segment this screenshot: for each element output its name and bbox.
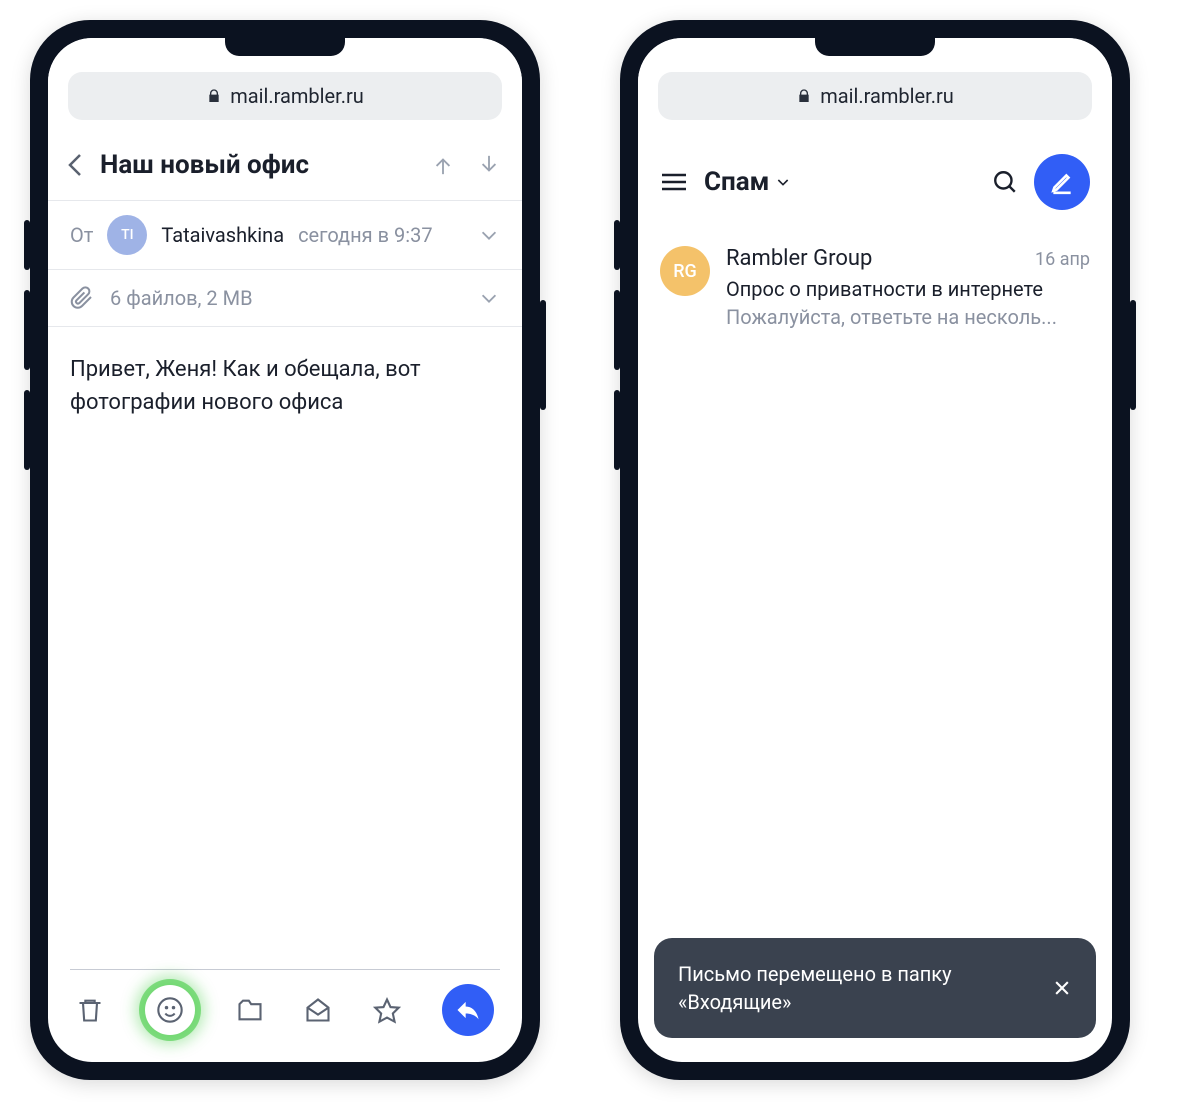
prev-message-button[interactable]	[432, 154, 454, 176]
mail-list-item[interactable]: RG Rambler Group 16 апр Опрос о приватно…	[638, 234, 1112, 341]
sender-name: Tataivashkina	[161, 223, 284, 247]
trash-icon	[76, 996, 104, 1024]
phone-side-button	[24, 290, 30, 370]
phone-side-button	[614, 390, 620, 470]
chevron-down-icon	[775, 174, 791, 190]
folder-header: Спам	[638, 132, 1112, 234]
attachments-row[interactable]: 6 файлов, 2 MB	[48, 270, 522, 327]
message-subject: Наш новый офис	[100, 150, 418, 180]
spam-button-highlighted[interactable]	[145, 985, 195, 1035]
toast-text: Письмо перемещено в папку «Входящие»	[678, 960, 1038, 1016]
phone-side-button	[614, 290, 620, 370]
phone-notch	[815, 38, 935, 56]
reply-button[interactable]	[442, 984, 494, 1036]
address-bar[interactable]: mail.rambler.ru	[68, 72, 502, 120]
lock-icon	[206, 88, 222, 104]
phone-side-button	[24, 220, 30, 270]
mail-content: Rambler Group 16 апр Опрос о приватности…	[726, 246, 1090, 329]
screen-left: mail.rambler.ru Наш новый офис От TI Tat…	[48, 38, 522, 1062]
sender-avatar: TI	[107, 215, 147, 255]
star-icon	[373, 996, 401, 1024]
bottom-toolbar	[48, 970, 522, 1062]
back-button[interactable]	[66, 151, 86, 179]
phone-frame-left: mail.rambler.ru Наш новый офис От TI Tat…	[30, 20, 540, 1080]
folder-dropdown[interactable]: Спам	[704, 167, 791, 197]
message-header: Наш новый офис	[48, 132, 522, 201]
mail-sender: Rambler Group	[726, 246, 1025, 271]
folder-icon	[236, 996, 264, 1024]
arrow-down-icon	[478, 154, 500, 176]
toast-notification: Письмо перемещено в папку «Входящие»	[654, 938, 1096, 1038]
phone-frame-right: mail.rambler.ru Спам RG Rambler	[620, 20, 1130, 1080]
lock-icon	[796, 88, 812, 104]
reply-icon	[454, 996, 482, 1024]
address-url: mail.rambler.ru	[230, 84, 364, 108]
mail-avatar: RG	[660, 246, 710, 296]
chevron-left-icon	[66, 151, 86, 179]
attachments-summary: 6 файлов, 2 MB	[110, 286, 462, 310]
favorite-button[interactable]	[373, 996, 401, 1024]
phone-notch	[225, 38, 345, 56]
move-to-folder-button[interactable]	[236, 996, 264, 1024]
address-url: mail.rambler.ru	[820, 84, 954, 108]
mark-read-button[interactable]	[304, 996, 332, 1024]
phone-side-button	[1130, 300, 1136, 410]
phone-side-button	[24, 390, 30, 470]
from-label: От	[70, 223, 93, 247]
hamburger-icon	[660, 170, 688, 194]
mail-preview: Пожалуйста, ответьте на несколь...	[726, 305, 1090, 329]
search-icon	[992, 169, 1018, 195]
envelope-open-icon	[304, 996, 332, 1024]
arrow-up-icon	[432, 154, 454, 176]
toast-close-button[interactable]	[1052, 978, 1072, 998]
sender-time: сегодня в 9:37	[298, 223, 464, 247]
sender-row[interactable]: От TI Tataivashkina сегодня в 9:37	[48, 201, 522, 270]
mail-date: 16 апр	[1035, 249, 1090, 270]
address-bar[interactable]: mail.rambler.ru	[658, 72, 1092, 120]
pencil-icon	[1049, 169, 1075, 195]
close-icon	[1052, 978, 1072, 998]
mail-subject: Опрос о приватности в интернете	[726, 277, 1090, 301]
paperclip-icon	[70, 286, 94, 310]
phone-side-button	[540, 300, 546, 410]
chevron-down-icon	[478, 287, 500, 309]
compose-button[interactable]	[1034, 154, 1090, 210]
search-button[interactable]	[992, 169, 1018, 195]
delete-button[interactable]	[76, 996, 104, 1024]
menu-button[interactable]	[660, 170, 688, 194]
folder-name: Спам	[704, 167, 769, 197]
phone-side-button	[614, 220, 620, 270]
screen-right: mail.rambler.ru Спам RG Rambler	[638, 38, 1112, 1062]
smiley-icon	[156, 996, 184, 1024]
chevron-down-icon	[478, 224, 500, 246]
message-body: Привет, Женя! Как и обещала, вот фотогра…	[48, 327, 522, 969]
next-message-button[interactable]	[478, 154, 500, 176]
